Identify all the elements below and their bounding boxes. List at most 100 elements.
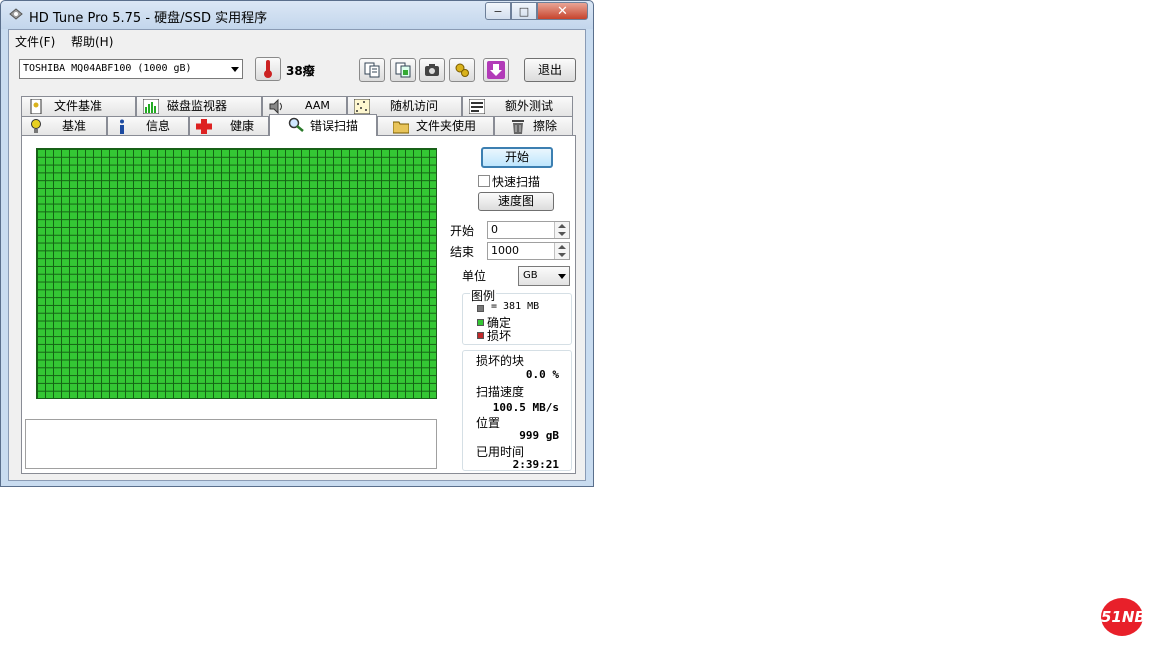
menu-help[interactable]: 帮助(H) <box>71 33 113 50</box>
tab-folder-usage[interactable]: 文件夹使用 <box>377 116 494 136</box>
tab-label: 磁盘监视器 <box>167 99 228 113</box>
menu-file[interactable]: 文件(F) <box>15 33 55 50</box>
tab-label: AAM <box>305 99 330 112</box>
elapsed-time-value: 2:39:21 <box>512 458 559 471</box>
caption-buttons: − □ ✕ <box>485 2 589 21</box>
error-scan-panel: 开始 快速扫描 速度图 开始 0 结束 1000 单位 GB 图例 = 381 … <box>21 135 576 474</box>
tab-label: 错误扫描 <box>310 119 359 133</box>
info-icon <box>120 119 124 134</box>
speed-map-button[interactable]: 速度图 <box>478 192 554 211</box>
tab-aam[interactable]: AAM <box>262 96 347 116</box>
tab-file-benchmark[interactable]: 文件基准 <box>21 96 136 116</box>
screenshot-button[interactable] <box>419 58 445 82</box>
scan-log-box[interactable] <box>25 419 437 469</box>
tab-benchmark[interactable]: 基准 <box>21 116 107 136</box>
tab-row-bottom: 基准 信息 健康 错误扫描 文件夹使用 擦除 <box>21 114 576 136</box>
start-scan-button[interactable]: 开始 <box>481 147 553 168</box>
speaker-icon <box>269 99 282 114</box>
legend-block-swatch <box>477 305 484 312</box>
tab-health[interactable]: 健康 <box>189 116 269 136</box>
tab-erase[interactable]: 擦除 <box>494 116 573 136</box>
temperature-readout: 38癈 <box>286 64 315 78</box>
quick-scan-label: 快速扫描 <box>492 175 541 189</box>
damaged-blocks-value: 0.0 % <box>525 368 559 381</box>
scan-speed-label: 扫描速度 <box>476 385 525 399</box>
tab-error-scan[interactable]: 错误扫描 <box>269 114 377 136</box>
tab-label: 文件基准 <box>54 99 103 113</box>
tab-row-top: 文件基准 磁盘监视器 AAM 随机访问 额外测试 <box>21 96 576 116</box>
start-position-label: 开始 <box>450 224 475 238</box>
chevron-down-icon <box>231 67 239 72</box>
spinner-arrows[interactable] <box>554 222 569 238</box>
legend-damaged-swatch <box>477 332 484 339</box>
legend-damaged-label: 损坏 <box>487 329 512 343</box>
extra-tests-icon <box>469 99 485 114</box>
unit-select-value: GB <box>523 270 538 281</box>
temperature-button[interactable] <box>255 57 281 81</box>
spinner-arrows[interactable] <box>554 243 569 259</box>
tab-label: 信息 <box>146 119 171 133</box>
random-access-icon <box>354 99 370 114</box>
folder-icon <box>393 121 409 134</box>
spinner-down-icon <box>558 253 566 257</box>
close-button[interactable]: ✕ <box>537 2 588 20</box>
block-map <box>36 148 437 399</box>
maximize-button[interactable]: □ <box>511 2 537 20</box>
position-label: 位置 <box>476 416 501 430</box>
damaged-blocks-label: 损坏的块 <box>476 354 525 368</box>
tab-label: 健康 <box>230 119 255 133</box>
options-button[interactable] <box>449 58 475 82</box>
spinner-down-icon <box>558 232 566 236</box>
file-benchmark-icon <box>30 99 42 114</box>
end-position-value: 1000 <box>491 244 519 257</box>
drive-select[interactable]: TOSHIBA MQ04ABF100 (1000 gB) <box>19 59 243 79</box>
save-button[interactable] <box>483 58 509 82</box>
copy-text-icon <box>364 62 380 78</box>
unit-label: 单位 <box>462 269 487 283</box>
legend-ok-swatch <box>477 319 484 326</box>
magnifier-icon <box>288 117 304 132</box>
legend-group: 图例 = 381 MB 确定 损坏 <box>462 287 572 345</box>
exit-button[interactable]: 退出 <box>524 58 576 82</box>
unit-select[interactable]: GB <box>518 266 570 286</box>
end-position-spinner[interactable]: 1000 <box>487 242 570 260</box>
toolbar: TOSHIBA MQ04ABF100 (1000 gB) 38癈 退出 <box>9 50 585 90</box>
tab-info[interactable]: 信息 <box>107 116 189 136</box>
tab-label: 擦除 <box>533 119 558 133</box>
position-value: 999 gB <box>519 429 559 442</box>
health-icon <box>196 119 212 134</box>
drive-select-value: TOSHIBA MQ04ABF100 (1000 gB) <box>23 63 192 74</box>
disk-monitor-icon <box>143 99 159 114</box>
start-position-value: 0 <box>491 223 498 236</box>
scan-speed-value: 100.5 MB/s <box>492 401 559 414</box>
tab-extra-tests[interactable]: 额外测试 <box>462 96 573 116</box>
end-position-label: 结束 <box>450 245 475 259</box>
window-title: HD Tune Pro 5.75 - 硬盘/SSD 实用程序 <box>29 11 268 26</box>
copy-image-icon <box>395 62 411 78</box>
client-area: 文件(F) 帮助(H) TOSHIBA MQ04ABF100 (1000 gB)… <box>8 29 586 481</box>
tab-label: 随机访问 <box>390 99 439 113</box>
quick-scan-checkbox[interactable] <box>478 175 490 187</box>
spinner-up-icon <box>558 245 566 249</box>
save-icon <box>487 61 505 79</box>
trash-icon <box>512 120 524 134</box>
menu-bar: 文件(F) 帮助(H) <box>9 30 585 50</box>
title-bar[interactable]: HD Tune Pro 5.75 - 硬盘/SSD 实用程序 − □ ✕ <box>1 1 593 29</box>
tab-disk-monitor[interactable]: 磁盘监视器 <box>136 96 262 116</box>
tab-random-access[interactable]: 随机访问 <box>347 96 462 116</box>
minimize-button[interactable]: − <box>485 2 511 20</box>
tab-label: 文件夹使用 <box>416 119 477 133</box>
tab-label: 基准 <box>62 119 87 133</box>
spinner-up-icon <box>558 224 566 228</box>
thermometer-icon <box>264 60 272 78</box>
chevron-down-icon <box>558 274 566 279</box>
start-position-spinner[interactable]: 0 <box>487 221 570 239</box>
screenshot-icon <box>425 64 439 76</box>
copy-image-button[interactable] <box>390 58 416 82</box>
legend-block-size: = 381 MB <box>491 301 540 312</box>
hd-tune-app-icon <box>9 8 23 20</box>
options-icon <box>455 63 469 77</box>
tab-label: 额外测试 <box>505 99 554 113</box>
copy-text-button[interactable] <box>359 58 385 82</box>
stats-group: 损坏的块 0.0 % 扫描速度 100.5 MB/s 位置 999 gB 已用时… <box>462 350 572 471</box>
